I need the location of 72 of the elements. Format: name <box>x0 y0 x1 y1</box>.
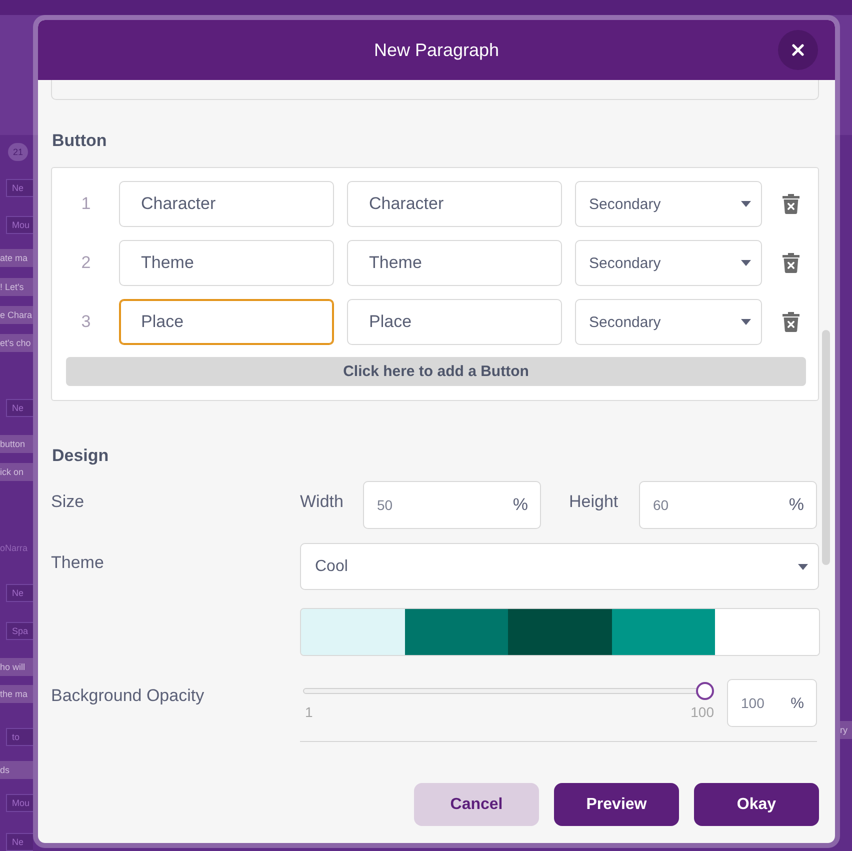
section-heading: Button <box>52 131 108 151</box>
text-field[interactable]: Place <box>347 299 562 345</box>
caret-icon <box>741 260 751 266</box>
trash-icon[interactable] <box>782 194 800 214</box>
background-tag: Mou <box>6 794 33 812</box>
background-text: e Chara <box>0 306 33 324</box>
add-button-bar[interactable]: Click here to add a Button <box>66 357 806 386</box>
caret-icon <box>798 564 808 570</box>
field-label: Background Opacity <box>51 685 206 706</box>
background-text: ick on <box>0 463 33 481</box>
background-tag: Mou <box>6 216 33 234</box>
text-field[interactable]: Character <box>119 181 334 227</box>
section-heading: Design <box>52 446 110 466</box>
unit-label: % <box>788 495 804 515</box>
style-dropdown[interactable]: Secondary <box>575 181 762 227</box>
color-swatch[interactable] <box>404 609 508 655</box>
secondary-button[interactable]: Cancel <box>414 783 539 826</box>
background-tag: Ne <box>6 833 33 851</box>
background-text: the ma <box>0 685 33 703</box>
width-field[interactable]: 50 % <box>363 481 541 529</box>
slider-max-label: 100 <box>690 704 714 720</box>
background-text: ds <box>0 761 33 779</box>
background-text: ate ma <box>0 249 33 267</box>
slider-thumb[interactable] <box>696 682 714 700</box>
color-swatch[interactable] <box>715 609 819 655</box>
close-icon <box>792 44 804 56</box>
background-text: ! Let's <box>0 278 33 296</box>
color-swatch[interactable] <box>301 609 405 655</box>
text-field[interactable]: Place <box>119 299 334 345</box>
trash-icon[interactable] <box>782 253 800 273</box>
color-swatch[interactable] <box>508 609 612 655</box>
close-button[interactable] <box>778 30 818 70</box>
row-number: 2 <box>80 253 92 273</box>
color-swatch[interactable] <box>612 609 716 655</box>
background-text: ry <box>840 721 852 739</box>
text-field[interactable]: Character <box>347 181 562 227</box>
caret-icon <box>741 201 751 207</box>
field-label: Theme <box>51 552 105 573</box>
primary-button[interactable]: Okay <box>694 783 819 826</box>
background-tag: to <box>6 728 33 746</box>
theme-dropdown[interactable]: Cool <box>300 543 819 590</box>
background-tag: Ne <box>6 399 33 417</box>
row-number: 3 <box>80 312 92 332</box>
style-dropdown[interactable]: Secondary <box>575 240 762 286</box>
field-label: Size <box>51 491 86 512</box>
caret-icon <box>741 319 751 325</box>
opacity-field[interactable]: 100 % <box>727 679 817 727</box>
primary-button[interactable]: Preview <box>554 783 679 826</box>
background-text: oNarra <box>0 542 29 555</box>
field-label: Height <box>569 491 620 512</box>
background-text: et's cho <box>0 334 33 352</box>
dialog-title: New Paragraph <box>374 40 500 60</box>
slider-min-label: 1 <box>305 704 313 720</box>
unit-label: % <box>790 694 804 712</box>
scrollbar-thumb[interactable] <box>822 330 830 565</box>
background-tag: Spa <box>6 622 33 640</box>
opacity-slider[interactable] <box>303 681 714 701</box>
height-field[interactable]: 60 % <box>639 481 817 529</box>
background-tag: Ne <box>6 179 33 197</box>
style-dropdown[interactable]: Secondary <box>575 299 762 345</box>
background-tag: Ne <box>6 584 33 602</box>
field-label: Width <box>300 491 344 512</box>
unit-label: % <box>512 495 528 515</box>
trash-icon[interactable] <box>782 312 800 332</box>
field-value: 60 <box>653 497 669 513</box>
text-field[interactable]: Theme <box>119 240 334 286</box>
background-text: ho will <box>0 658 33 676</box>
field-value: 50 <box>377 497 393 513</box>
text-field[interactable]: Theme <box>347 240 562 286</box>
row-number: 1 <box>80 194 92 214</box>
background-text: button <box>0 435 33 453</box>
field-value: 100 <box>741 695 764 711</box>
